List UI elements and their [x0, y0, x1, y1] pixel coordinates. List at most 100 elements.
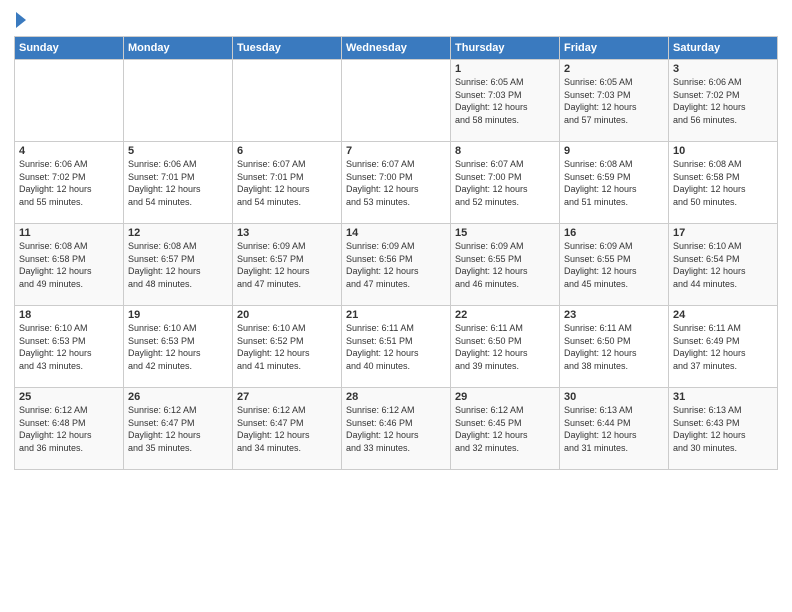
day-info: Sunrise: 6:11 AM Sunset: 6:49 PM Dayligh…	[673, 322, 773, 372]
day-info: Sunrise: 6:10 AM Sunset: 6:54 PM Dayligh…	[673, 240, 773, 290]
day-info: Sunrise: 6:09 AM Sunset: 6:55 PM Dayligh…	[455, 240, 555, 290]
day-number: 19	[128, 309, 228, 321]
calendar-week-row: 1Sunrise: 6:05 AM Sunset: 7:03 PM Daylig…	[15, 60, 778, 142]
day-number: 10	[673, 145, 773, 157]
calendar-cell: 19Sunrise: 6:10 AM Sunset: 6:53 PM Dayli…	[124, 306, 233, 388]
calendar-cell: 30Sunrise: 6:13 AM Sunset: 6:44 PM Dayli…	[560, 388, 669, 470]
day-number: 25	[19, 391, 119, 403]
day-info: Sunrise: 6:11 AM Sunset: 6:50 PM Dayligh…	[455, 322, 555, 372]
calendar-week-row: 4Sunrise: 6:06 AM Sunset: 7:02 PM Daylig…	[15, 142, 778, 224]
day-number: 31	[673, 391, 773, 403]
day-info: Sunrise: 6:06 AM Sunset: 7:02 PM Dayligh…	[673, 76, 773, 126]
day-info: Sunrise: 6:12 AM Sunset: 6:48 PM Dayligh…	[19, 404, 119, 454]
calendar-cell: 10Sunrise: 6:08 AM Sunset: 6:58 PM Dayli…	[669, 142, 778, 224]
calendar-cell	[233, 60, 342, 142]
day-number: 23	[564, 309, 664, 321]
day-number: 22	[455, 309, 555, 321]
day-number: 7	[346, 145, 446, 157]
day-number: 21	[346, 309, 446, 321]
logo	[14, 10, 26, 28]
calendar-cell: 4Sunrise: 6:06 AM Sunset: 7:02 PM Daylig…	[15, 142, 124, 224]
calendar-cell: 8Sunrise: 6:07 AM Sunset: 7:00 PM Daylig…	[451, 142, 560, 224]
day-number: 4	[19, 145, 119, 157]
day-number: 28	[346, 391, 446, 403]
day-number: 12	[128, 227, 228, 239]
calendar-cell: 21Sunrise: 6:11 AM Sunset: 6:51 PM Dayli…	[342, 306, 451, 388]
weekday-header-sunday: Sunday	[15, 37, 124, 60]
calendar-cell: 9Sunrise: 6:08 AM Sunset: 6:59 PM Daylig…	[560, 142, 669, 224]
day-number: 27	[237, 391, 337, 403]
day-info: Sunrise: 6:09 AM Sunset: 6:56 PM Dayligh…	[346, 240, 446, 290]
calendar-header: SundayMondayTuesdayWednesdayThursdayFrid…	[15, 37, 778, 60]
day-number: 11	[19, 227, 119, 239]
day-number: 1	[455, 63, 555, 75]
weekday-header-wednesday: Wednesday	[342, 37, 451, 60]
calendar-cell: 22Sunrise: 6:11 AM Sunset: 6:50 PM Dayli…	[451, 306, 560, 388]
calendar-cell: 3Sunrise: 6:06 AM Sunset: 7:02 PM Daylig…	[669, 60, 778, 142]
calendar-cell: 7Sunrise: 6:07 AM Sunset: 7:00 PM Daylig…	[342, 142, 451, 224]
day-number: 15	[455, 227, 555, 239]
calendar-cell: 26Sunrise: 6:12 AM Sunset: 6:47 PM Dayli…	[124, 388, 233, 470]
day-number: 30	[564, 391, 664, 403]
day-number: 9	[564, 145, 664, 157]
day-number: 13	[237, 227, 337, 239]
calendar-cell: 18Sunrise: 6:10 AM Sunset: 6:53 PM Dayli…	[15, 306, 124, 388]
day-number: 2	[564, 63, 664, 75]
weekday-header-thursday: Thursday	[451, 37, 560, 60]
calendar-cell: 20Sunrise: 6:10 AM Sunset: 6:52 PM Dayli…	[233, 306, 342, 388]
day-info: Sunrise: 6:08 AM Sunset: 6:58 PM Dayligh…	[19, 240, 119, 290]
day-info: Sunrise: 6:09 AM Sunset: 6:57 PM Dayligh…	[237, 240, 337, 290]
calendar-container: SundayMondayTuesdayWednesdayThursdayFrid…	[0, 0, 792, 612]
calendar-cell: 11Sunrise: 6:08 AM Sunset: 6:58 PM Dayli…	[15, 224, 124, 306]
day-info: Sunrise: 6:12 AM Sunset: 6:45 PM Dayligh…	[455, 404, 555, 454]
calendar-week-row: 25Sunrise: 6:12 AM Sunset: 6:48 PM Dayli…	[15, 388, 778, 470]
day-number: 16	[564, 227, 664, 239]
day-info: Sunrise: 6:11 AM Sunset: 6:51 PM Dayligh…	[346, 322, 446, 372]
weekday-header-tuesday: Tuesday	[233, 37, 342, 60]
day-info: Sunrise: 6:07 AM Sunset: 7:01 PM Dayligh…	[237, 158, 337, 208]
calendar-cell	[124, 60, 233, 142]
day-info: Sunrise: 6:11 AM Sunset: 6:50 PM Dayligh…	[564, 322, 664, 372]
day-info: Sunrise: 6:05 AM Sunset: 7:03 PM Dayligh…	[455, 76, 555, 126]
day-info: Sunrise: 6:10 AM Sunset: 6:53 PM Dayligh…	[19, 322, 119, 372]
day-info: Sunrise: 6:06 AM Sunset: 7:01 PM Dayligh…	[128, 158, 228, 208]
calendar-week-row: 18Sunrise: 6:10 AM Sunset: 6:53 PM Dayli…	[15, 306, 778, 388]
day-info: Sunrise: 6:12 AM Sunset: 6:46 PM Dayligh…	[346, 404, 446, 454]
calendar-cell: 29Sunrise: 6:12 AM Sunset: 6:45 PM Dayli…	[451, 388, 560, 470]
day-number: 29	[455, 391, 555, 403]
day-info: Sunrise: 6:08 AM Sunset: 6:59 PM Dayligh…	[564, 158, 664, 208]
calendar-cell: 2Sunrise: 6:05 AM Sunset: 7:03 PM Daylig…	[560, 60, 669, 142]
calendar-cell: 15Sunrise: 6:09 AM Sunset: 6:55 PM Dayli…	[451, 224, 560, 306]
day-info: Sunrise: 6:12 AM Sunset: 6:47 PM Dayligh…	[128, 404, 228, 454]
calendar-cell: 28Sunrise: 6:12 AM Sunset: 6:46 PM Dayli…	[342, 388, 451, 470]
day-number: 5	[128, 145, 228, 157]
header	[14, 10, 778, 28]
day-info: Sunrise: 6:09 AM Sunset: 6:55 PM Dayligh…	[564, 240, 664, 290]
day-number: 26	[128, 391, 228, 403]
day-number: 24	[673, 309, 773, 321]
weekday-header-monday: Monday	[124, 37, 233, 60]
day-number: 8	[455, 145, 555, 157]
day-info: Sunrise: 6:12 AM Sunset: 6:47 PM Dayligh…	[237, 404, 337, 454]
day-info: Sunrise: 6:13 AM Sunset: 6:43 PM Dayligh…	[673, 404, 773, 454]
weekday-header-saturday: Saturday	[669, 37, 778, 60]
day-info: Sunrise: 6:10 AM Sunset: 6:52 PM Dayligh…	[237, 322, 337, 372]
day-info: Sunrise: 6:08 AM Sunset: 6:57 PM Dayligh…	[128, 240, 228, 290]
calendar-cell: 5Sunrise: 6:06 AM Sunset: 7:01 PM Daylig…	[124, 142, 233, 224]
day-info: Sunrise: 6:10 AM Sunset: 6:53 PM Dayligh…	[128, 322, 228, 372]
day-info: Sunrise: 6:08 AM Sunset: 6:58 PM Dayligh…	[673, 158, 773, 208]
calendar-cell: 6Sunrise: 6:07 AM Sunset: 7:01 PM Daylig…	[233, 142, 342, 224]
day-number: 3	[673, 63, 773, 75]
calendar-cell	[15, 60, 124, 142]
day-info: Sunrise: 6:05 AM Sunset: 7:03 PM Dayligh…	[564, 76, 664, 126]
day-info: Sunrise: 6:13 AM Sunset: 6:44 PM Dayligh…	[564, 404, 664, 454]
day-number: 6	[237, 145, 337, 157]
calendar-cell: 25Sunrise: 6:12 AM Sunset: 6:48 PM Dayli…	[15, 388, 124, 470]
weekday-header-friday: Friday	[560, 37, 669, 60]
calendar-table: SundayMondayTuesdayWednesdayThursdayFrid…	[14, 36, 778, 470]
calendar-cell: 27Sunrise: 6:12 AM Sunset: 6:47 PM Dayli…	[233, 388, 342, 470]
day-number: 20	[237, 309, 337, 321]
calendar-body: 1Sunrise: 6:05 AM Sunset: 7:03 PM Daylig…	[15, 60, 778, 470]
calendar-cell: 17Sunrise: 6:10 AM Sunset: 6:54 PM Dayli…	[669, 224, 778, 306]
day-number: 18	[19, 309, 119, 321]
